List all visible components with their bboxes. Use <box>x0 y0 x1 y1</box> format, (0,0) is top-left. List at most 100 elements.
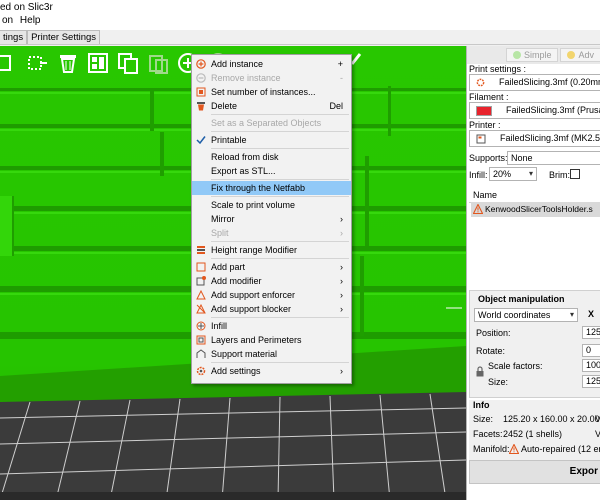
chevron-right-icon: › <box>340 214 343 224</box>
delete-icon <box>197 102 205 111</box>
simple-mode-icon <box>512 51 521 59</box>
tab-filament-settings[interactable]: tings <box>0 30 28 44</box>
menu-export-as-stl[interactable]: Export as STL... <box>192 164 351 178</box>
add-instance-icon <box>196 59 206 69</box>
size-label: Size: <box>488 377 509 387</box>
tab-printer-settings[interactable]: Printer Settings <box>27 30 101 44</box>
menu-infill[interactable]: Infill <box>192 319 351 333</box>
object-list-item[interactable]: KenwoodSlicerToolsHolder.s <box>471 202 600 217</box>
support-blocker-icon <box>196 304 206 314</box>
remove-instance-icon <box>196 73 206 83</box>
warning-icon <box>509 444 519 454</box>
mode-advanced-button[interactable]: Adv <box>560 48 600 62</box>
menu-separator <box>211 241 349 242</box>
delete-icon[interactable] <box>54 49 82 77</box>
menu-delete[interactable]: Delete Del <box>192 99 351 113</box>
printer-label: Printer : <box>469 120 501 130</box>
arrange-icon[interactable] <box>0 49 22 77</box>
menu-item-help[interactable]: Help <box>18 15 43 26</box>
infill-label: Infill: <box>469 170 488 180</box>
scale-x-field[interactable]: 100 <box>582 359 600 372</box>
menu-printable[interactable]: Printable <box>192 133 351 147</box>
print-settings-label: Print settings : <box>469 64 527 74</box>
gear-icon <box>476 78 485 87</box>
position-x-field[interactable]: 125 <box>582 326 600 339</box>
checkmark-icon <box>196 136 206 145</box>
menu-remove-instance[interactable]: Remove instance - <box>192 71 351 85</box>
menu-separator <box>211 131 349 132</box>
menu-add-part[interactable]: Add part › <box>192 260 351 274</box>
chevron-right-icon: › <box>340 304 343 314</box>
lock-icon[interactable] <box>475 366 485 377</box>
mode-simple-button[interactable]: Simple <box>505 48 559 62</box>
export-gcode-button[interactable]: Expor <box>469 460 600 484</box>
axis-x-label: X <box>588 309 595 319</box>
support-material-icon <box>196 349 206 358</box>
menu-separator <box>211 196 349 197</box>
printer-combo[interactable]: FailedSlicing.3mf (MK2.5S <box>469 130 600 147</box>
add-modifier-icon <box>196 276 206 286</box>
paste-icon[interactable] <box>144 49 172 77</box>
rotate-label: Rotate: <box>476 346 506 356</box>
warning-icon <box>473 204 483 214</box>
size-x-field[interactable]: 125.2 <box>582 375 600 388</box>
info-panel: Info Size: 125.20 x 160.00 x 20.00 V Fac… <box>469 400 600 460</box>
menu-add-settings[interactable]: Add settings › <box>192 364 351 378</box>
infill-icon <box>196 321 206 331</box>
menu-separator <box>211 317 349 318</box>
info-volume-label-2: V <box>595 429 600 439</box>
remove-all-icon[interactable] <box>24 49 52 77</box>
info-facets-value: 2452 (1 shells) <box>503 429 563 439</box>
coordinates-select[interactable]: World coordinates ▾ <box>474 308 578 322</box>
chevron-right-icon: › <box>340 228 343 238</box>
menu-add-support-enforcer[interactable]: Add support enforcer › <box>192 288 351 302</box>
height-range-icon <box>197 246 205 254</box>
info-facets-label: Facets: <box>473 429 503 439</box>
menu-scale-to-print-volume[interactable]: Scale to print volume <box>192 198 351 212</box>
info-size-label: Size: <box>473 414 494 424</box>
object-context-menu: Add instance + Remove instance - Set num… <box>191 54 352 384</box>
copy-icon[interactable] <box>114 49 142 77</box>
object-list-header: Name <box>469 187 600 203</box>
mode-selector: Simple Adv <box>467 46 600 64</box>
menu-mirror[interactable]: Mirror › <box>192 212 351 226</box>
infill-select[interactable]: 20% ▾ <box>489 167 537 181</box>
menu-separator <box>211 258 349 259</box>
brim-checkbox[interactable] <box>570 169 580 179</box>
menu-support-material[interactable]: Support material <box>192 347 351 361</box>
advanced-mode-icon <box>567 51 576 59</box>
position-label: Position: <box>476 328 511 338</box>
menu-layers-and-perimeters[interactable]: Layers and Perimeters <box>192 333 351 347</box>
menu-separator <box>211 114 349 115</box>
chevron-right-icon: › <box>340 290 343 300</box>
arrange-layout-icon[interactable] <box>84 49 112 77</box>
menu-add-instance[interactable]: Add instance + <box>192 57 351 71</box>
menu-fix-through-netfabb[interactable]: Fix through the Netfabb <box>192 181 351 195</box>
filament-color-swatch <box>476 105 492 116</box>
menu-set-number-of-instances[interactable]: Set number of instances... <box>192 85 351 99</box>
info-title: Info <box>473 400 490 410</box>
printer-icon <box>476 134 486 144</box>
menu-item-configuration[interactable]: on <box>0 15 15 26</box>
rotate-x-field[interactable]: 0 <box>582 344 600 357</box>
add-part-icon <box>196 262 206 272</box>
object-manipulation-panel: Object manipulation World coordinates ▾ X… <box>469 290 600 398</box>
filament-combo[interactable]: FailedSlicing.3mf (Prusame <box>469 102 600 119</box>
menu-reload-from-disk[interactable]: Reload from disk <box>192 150 351 164</box>
menu-split[interactable]: Split › <box>192 226 351 240</box>
menu-set-separated-objects[interactable]: Set as a Separated Objects <box>192 116 351 130</box>
support-enforcer-icon <box>196 290 206 300</box>
menu-height-range-modifier[interactable]: Height range Modifier <box>192 243 351 257</box>
layers-icon <box>196 335 206 345</box>
menubar: on Help <box>0 15 600 30</box>
menu-add-modifier[interactable]: Add modifier › <box>192 274 351 288</box>
settings-icon <box>196 366 206 376</box>
menu-separator <box>211 148 349 149</box>
menu-add-support-blocker[interactable]: Add support blocker › <box>192 302 351 316</box>
info-manifold-value: Auto-repaired (12 error <box>521 444 600 454</box>
set-instances-icon <box>196 87 206 97</box>
menu-separator <box>211 179 349 180</box>
info-manifold-label: Manifold: <box>473 444 510 454</box>
print-settings-combo[interactable]: FailedSlicing.3mf (0.20mm <box>469 74 600 91</box>
supports-select[interactable]: None <box>507 151 600 165</box>
